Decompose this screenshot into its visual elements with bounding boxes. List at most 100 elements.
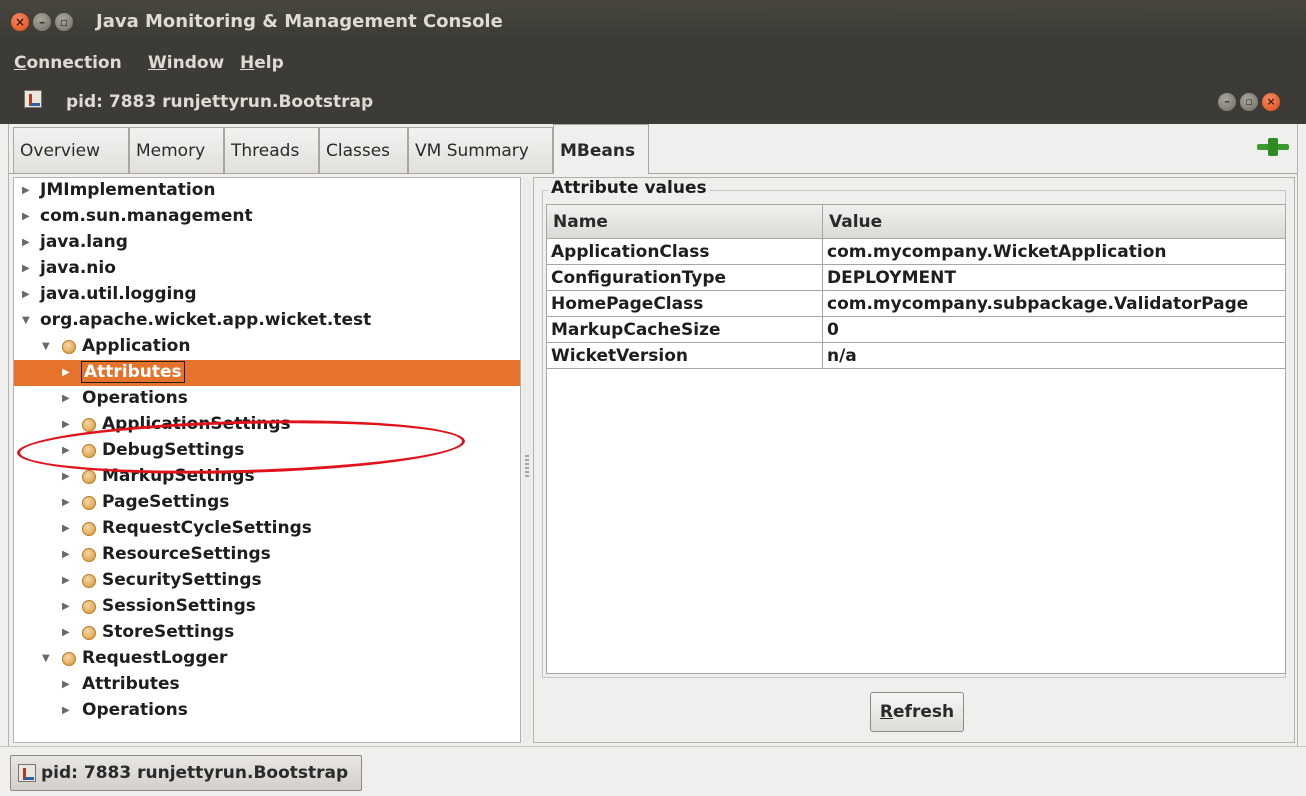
menubar: Connection Window Help <box>0 44 1306 82</box>
expand-arrow-icon[interactable]: ▶ <box>62 627 70 638</box>
expand-arrow-icon[interactable]: ▶ <box>62 575 70 586</box>
refresh-button[interactable]: Refresh <box>870 692 964 732</box>
collapse-arrow-icon[interactable]: ▼ <box>42 341 50 352</box>
tree-node-application-settings[interactable]: ▶ ApplicationSettings <box>14 412 520 438</box>
refresh-mnemonic: R <box>879 702 894 722</box>
expand-arrow-icon[interactable]: ▶ <box>22 185 30 196</box>
attribute-value-cell[interactable]: com.mycompany.WicketApplication <box>823 239 1285 265</box>
mbean-icon <box>82 600 96 614</box>
frame-minimize-icon[interactable]: – <box>1218 93 1236 111</box>
mbean-icon <box>82 470 96 484</box>
internal-frame-title: pid: 7883 runjettyrun.Bootstrap <box>66 92 374 112</box>
collapse-arrow-icon[interactable]: ▼ <box>42 653 50 664</box>
tree-node-debug-settings[interactable]: ▶ DebugSettings <box>14 438 520 464</box>
tab-vm-summary[interactable]: VM Summary <box>408 127 553 173</box>
menu-connection[interactable]: Connection <box>14 53 122 73</box>
attribute-table[interactable]: Name Value ApplicationClass com.mycompan… <box>546 204 1286 674</box>
tab-mbeans[interactable]: MBeans <box>553 124 649 174</box>
expand-arrow-icon[interactable]: ▶ <box>62 445 70 456</box>
split-pane-divider[interactable] <box>523 177 531 743</box>
expand-arrow-icon[interactable]: ▶ <box>62 705 70 716</box>
menu-window[interactable]: Window <box>148 53 224 73</box>
tree-node-request-logger[interactable]: ▼ RequestLogger <box>14 646 520 672</box>
tree-node-java-nio[interactable]: ▶ java.nio <box>14 256 520 282</box>
attribute-value-cell[interactable]: 0 <box>823 317 1285 343</box>
tab-classes[interactable]: Classes <box>319 127 408 173</box>
attribute-name-cell: ConfigurationType <box>547 265 823 291</box>
tree-node-resource-settings[interactable]: ▶ ResourceSettings <box>14 542 520 568</box>
column-header-value[interactable]: Value <box>823 205 1285 239</box>
table-row[interactable]: ConfigurationType DEPLOYMENT <box>547 265 1285 291</box>
tree-node-jmimplementation[interactable]: ▶ JMImplementation <box>14 178 520 204</box>
tree-node-label: JMImplementation <box>40 180 216 200</box>
tree-node-label: Operations <box>82 700 188 720</box>
window-maximize-icon[interactable]: ▫ <box>55 13 73 31</box>
tree-node-security-settings[interactable]: ▶ SecuritySettings <box>14 568 520 594</box>
attribute-value-cell[interactable]: n/a <box>823 343 1285 369</box>
tree-node-session-settings[interactable]: ▶ SessionSettings <box>14 594 520 620</box>
tree-node-java-lang[interactable]: ▶ java.lang <box>14 230 520 256</box>
window-close-icon[interactable]: × <box>11 13 29 31</box>
tree-node-label: RequestLogger <box>82 648 228 668</box>
expand-arrow-icon[interactable]: ▶ <box>62 549 70 560</box>
attribute-value-cell[interactable]: com.mycompany.subpackage.ValidatorPage <box>823 291 1285 317</box>
tree-node-label: ResourceSettings <box>102 544 271 564</box>
menu-help[interactable]: Help <box>240 53 284 73</box>
tree-node-label: java.lang <box>40 232 128 252</box>
mbean-tree[interactable]: ▶ JMImplementation ▶ com.sun.management … <box>13 177 521 743</box>
tree-node-logger-operations[interactable]: ▶ Operations <box>14 698 520 724</box>
expand-arrow-icon[interactable]: ▶ <box>62 367 70 378</box>
tree-node-attributes-selected[interactable]: ▶ Attributes <box>14 360 520 386</box>
table-row[interactable]: HomePageClass com.mycompany.subpackage.V… <box>547 291 1285 317</box>
expand-arrow-icon[interactable]: ▶ <box>62 523 70 534</box>
tree-node-request-cycle-settings[interactable]: ▶ RequestCycleSettings <box>14 516 520 542</box>
tree-node-store-settings[interactable]: ▶ StoreSettings <box>14 620 520 646</box>
table-row[interactable]: MarkupCacheSize 0 <box>547 317 1285 343</box>
internal-frame-taskbar: pid: 7883 runjettyrun.Bootstrap <box>0 746 1306 796</box>
java-icon <box>18 764 36 782</box>
expand-arrow-icon[interactable]: ▶ <box>22 263 30 274</box>
tree-node-java-util-logging[interactable]: ▶ java.util.logging <box>14 282 520 308</box>
frame-maximize-icon[interactable]: ▫ <box>1240 93 1258 111</box>
tree-node-markup-settings[interactable]: ▶ MarkupSettings <box>14 464 520 490</box>
tree-node-label: java.nio <box>40 258 116 278</box>
tab-threads[interactable]: Threads <box>224 127 319 173</box>
expand-arrow-icon[interactable]: ▶ <box>62 471 70 482</box>
expand-arrow-icon[interactable]: ▶ <box>62 393 70 404</box>
attribute-value-cell[interactable]: DEPLOYMENT <box>823 265 1285 291</box>
tree-node-application[interactable]: ▼ Application <box>14 334 520 360</box>
tree-node-label: Attributes <box>81 361 185 383</box>
tree-node-logger-attributes[interactable]: ▶ Attributes <box>14 672 520 698</box>
tree-node-label: SessionSettings <box>102 596 256 616</box>
column-header-name[interactable]: Name <box>547 205 823 239</box>
frame-task-button[interactable]: pid: 7883 runjettyrun.Bootstrap <box>10 755 362 791</box>
window-minimize-icon[interactable]: – <box>33 13 51 31</box>
attribute-name-cell: HomePageClass <box>547 291 823 317</box>
expand-arrow-icon[interactable]: ▶ <box>22 289 30 300</box>
expand-arrow-icon[interactable]: ▶ <box>62 419 70 430</box>
tab-overview[interactable]: Overview <box>13 127 129 173</box>
collapse-arrow-icon[interactable]: ▼ <box>22 315 30 326</box>
tree-node-label: org.apache.wicket.app.wicket.test <box>40 310 372 330</box>
frame-close-icon[interactable]: × <box>1262 93 1280 111</box>
menu-connection-mnemonic: C <box>14 53 27 73</box>
connected-plug-icon[interactable] <box>1257 138 1289 156</box>
tree-node-com-sun-management[interactable]: ▶ com.sun.management <box>14 204 520 230</box>
table-row[interactable]: WicketVersion n/a <box>547 343 1285 369</box>
table-row[interactable]: ApplicationClass com.mycompany.WicketApp… <box>547 239 1285 265</box>
tree-node-org-apache-wicket[interactable]: ▼ org.apache.wicket.app.wicket.test <box>14 308 520 334</box>
tab-strip-divider <box>9 173 1297 174</box>
expand-arrow-icon[interactable]: ▶ <box>62 601 70 612</box>
expand-arrow-icon[interactable]: ▶ <box>62 497 70 508</box>
refresh-label: efresh <box>893 702 955 722</box>
attribute-group-title: Attribute values <box>548 178 710 198</box>
expand-arrow-icon[interactable]: ▶ <box>22 237 30 248</box>
tree-node-page-settings[interactable]: ▶ PageSettings <box>14 490 520 516</box>
java-icon <box>24 90 42 108</box>
tab-memory[interactable]: Memory <box>129 127 224 173</box>
splitter-grip[interactable] <box>525 455 529 479</box>
expand-arrow-icon[interactable]: ▶ <box>22 211 30 222</box>
mbean-icon <box>82 574 96 588</box>
expand-arrow-icon[interactable]: ▶ <box>62 679 70 690</box>
tree-node-operations[interactable]: ▶ Operations <box>14 386 520 412</box>
